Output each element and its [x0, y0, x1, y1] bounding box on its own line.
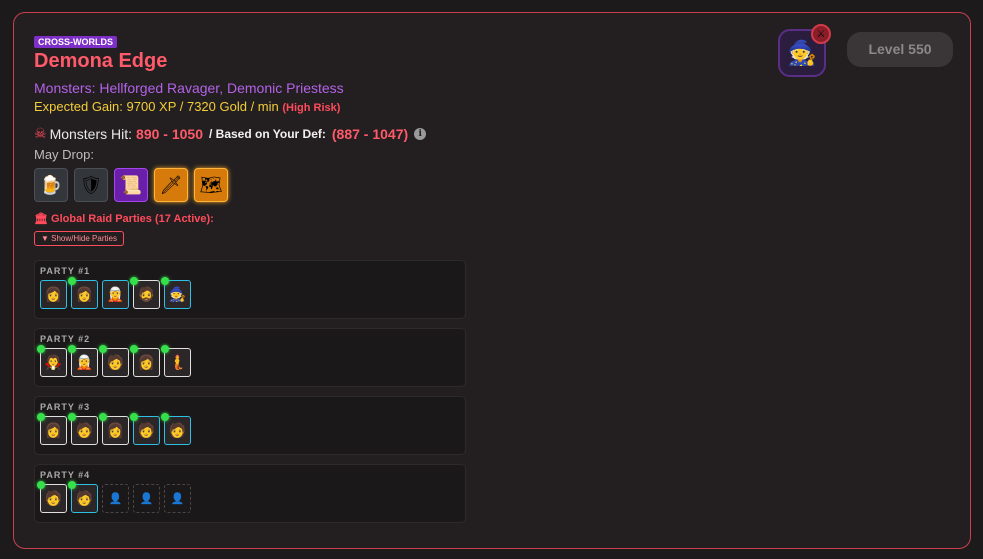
gain-text: Expected Gain: 9700 XP / 7320 Gold / min — [34, 99, 279, 114]
drop-item-icon[interactable]: 🗺 — [194, 168, 228, 202]
party-label: PARTY #1 — [40, 266, 91, 276]
drop-item-icon[interactable]: 📜 — [114, 168, 148, 202]
monsters-hit-line: ☠ Monsters Hit: 890 - 1050 / Based on Yo… — [34, 125, 427, 142]
monsters-list: Monsters: Hellforged Ravager, Demonic Pr… — [34, 80, 344, 96]
party-members: 👩 👩 🧝 🧔 🧙 — [40, 277, 191, 309]
party-card: PARTY #2 🧛 🧝 🧑 👩 🧜 — [34, 328, 466, 387]
party-members: 🧑 🧑 👤 👤 👤 — [37, 481, 191, 513]
online-indicator — [161, 413, 169, 421]
party-label: PARTY #2 — [40, 334, 91, 344]
party-member-avatar[interactable]: 🧑 — [161, 413, 191, 445]
def-label: / Based on Your Def: — [208, 126, 326, 141]
party-member-avatar[interactable]: 👩 — [37, 413, 67, 445]
skull-icon: ☠ — [34, 125, 47, 141]
empty-slot-icon[interactable]: 👤 — [102, 484, 129, 513]
party-member-avatar[interactable]: 👩 — [40, 280, 67, 309]
online-indicator — [130, 413, 138, 421]
party-members: 👩 🧑 👩 🧑 🧑 — [37, 413, 191, 445]
online-indicator — [130, 345, 138, 353]
level-badge: Level 550 — [847, 32, 953, 67]
cross-worlds-badge: CROSS-WORLDS — [34, 36, 117, 48]
empty-slot-icon[interactable]: 👤 — [133, 484, 160, 513]
party-member-avatar[interactable]: 🧔 — [130, 277, 160, 309]
online-indicator — [68, 413, 76, 421]
party-member-avatar[interactable]: 🧑 — [99, 345, 129, 377]
online-indicator — [99, 345, 107, 353]
empty-slot-icon[interactable]: 👤 — [164, 484, 191, 513]
def-range: (887 - 1047) — [331, 125, 409, 142]
party-member-avatar[interactable]: 👩 — [68, 277, 98, 309]
online-indicator — [37, 345, 45, 353]
drop-list: 🍺 🛡 📜 🗡 🗺 — [34, 168, 228, 202]
online-indicator — [68, 481, 76, 489]
hit-range: 890 - 1050 — [136, 125, 203, 142]
party-label: PARTY #3 — [40, 402, 91, 412]
online-indicator — [68, 345, 76, 353]
raid-icon: 🏛 — [34, 213, 48, 225]
party-member-avatar[interactable]: 🧑 — [68, 481, 98, 513]
party-member-avatar[interactable]: 🧝 — [102, 280, 129, 309]
party-member-avatar[interactable]: 👩 — [99, 413, 129, 445]
party-member-avatar[interactable]: 👩 — [130, 345, 160, 377]
online-indicator — [37, 481, 45, 489]
party-label: PARTY #4 — [40, 470, 91, 480]
drop-item-icon[interactable]: 🍺 — [34, 168, 68, 202]
online-indicator — [161, 345, 169, 353]
raid-parties-label: Global Raid Parties (17 Active): — [51, 213, 214, 225]
party-member-avatar[interactable]: 🧑 — [130, 413, 160, 445]
party-member-avatar[interactable]: 🧜 — [161, 345, 191, 377]
party-card: PARTY #1 👩 👩 🧝 🧔 🧙 — [34, 260, 466, 319]
show-hide-parties-button[interactable]: ▼ Show/Hide Parties — [34, 231, 124, 246]
drop-item-icon[interactable]: 🛡 — [74, 168, 108, 202]
online-indicator — [99, 413, 107, 421]
online-indicator — [161, 277, 169, 285]
party-member-avatar[interactable]: 🧙 — [161, 277, 191, 309]
attack-badge-icon: ⚔ — [811, 24, 831, 44]
online-indicator — [68, 277, 76, 285]
may-drop-label: May Drop: — [34, 147, 94, 162]
drop-item-icon[interactable]: 🗡 — [154, 168, 188, 202]
party-member-avatar[interactable]: 🧛 — [37, 345, 67, 377]
party-member-avatar[interactable]: 🧑 — [68, 413, 98, 445]
info-icon[interactable]: i — [414, 127, 427, 140]
raid-parties-heading: 🏛 Global Raid Parties (17 Active): — [34, 212, 214, 225]
online-indicator — [130, 277, 138, 285]
party-members: 🧛 🧝 🧑 👩 🧜 — [37, 345, 191, 377]
expected-gain: Expected Gain: 9700 XP / 7320 Gold / min… — [34, 99, 340, 114]
party-card: PARTY #3 👩 🧑 👩 🧑 🧑 — [34, 396, 466, 455]
party-member-avatar[interactable]: 🧝 — [68, 345, 98, 377]
hit-label: Monsters Hit: — [49, 125, 133, 142]
raid-title: Demona Edge — [34, 50, 168, 72]
raid-card: CROSS-WORLDS Demona Edge Monsters: Hellf… — [13, 12, 971, 549]
party-member-avatar[interactable]: 🧑 — [37, 481, 67, 513]
party-card: PARTY #4 🧑 🧑 👤 👤 👤 — [34, 464, 466, 523]
risk-label: (High Risk) — [282, 102, 341, 114]
online-indicator — [37, 413, 45, 421]
